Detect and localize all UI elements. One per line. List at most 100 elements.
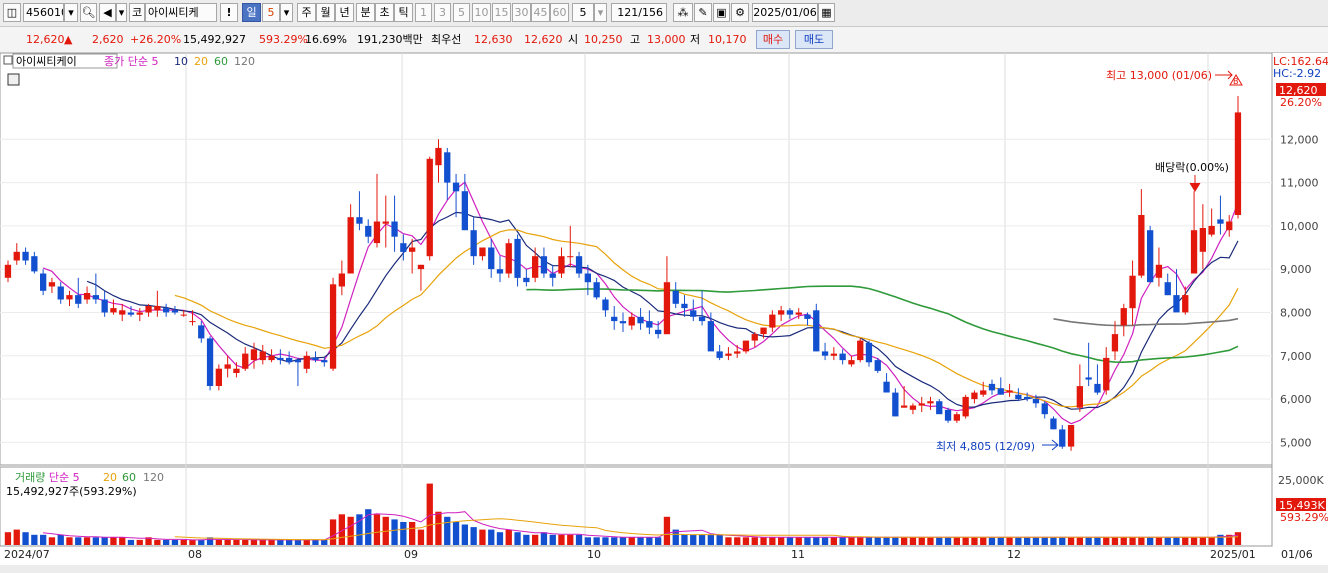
candle-body — [742, 340, 750, 352]
legend-stock-name: 아이씨티케이 — [16, 55, 77, 68]
legend-ma-label-text: 종가 단순 — [104, 55, 148, 68]
count-value[interactable]: 5 — [572, 3, 594, 22]
volume-bar — [795, 537, 802, 545]
candle-body — [1015, 394, 1022, 399]
volume-bar — [558, 534, 565, 545]
volume-bar — [1032, 537, 1040, 545]
candle-body — [171, 310, 179, 313]
alert-button[interactable]: ! — [220, 3, 238, 22]
candle-body — [242, 353, 249, 369]
volume-bar — [1208, 537, 1215, 545]
date-field[interactable]: 2025/01/06 — [752, 3, 818, 22]
high-annotation: 최고 13,000 (01/06) — [1106, 69, 1212, 82]
vol-rate-tag: 593.29% — [1280, 511, 1328, 524]
sound-icon[interactable]: ◀ — [99, 3, 116, 22]
candle-body — [382, 221, 389, 224]
volume-bar — [444, 516, 451, 545]
candle-body — [496, 269, 504, 274]
date-axis: 2024/07 08 09 10 11 12 2025/01 01/06 — [4, 548, 1313, 561]
volume-bar — [215, 539, 222, 545]
table-view-icon[interactable] — [7, 73, 20, 86]
stock-chart[interactable]: 아이씨티케이 종가 단순 5 10 20 60 120 거래량 단순 5 20 … — [0, 53, 1328, 573]
hc-label: HC:-2.92 — [1273, 67, 1321, 80]
horizontal-scrollbar[interactable] — [0, 565, 1328, 573]
volume-bar — [250, 539, 258, 545]
volume-bar — [329, 519, 337, 545]
tick-option-10[interactable]: 10 — [472, 3, 491, 22]
candle-body — [505, 243, 512, 274]
volume-current: 15,492,927주(593.29%) — [6, 485, 137, 498]
candle-body — [409, 247, 416, 252]
candle-body — [1076, 386, 1083, 408]
buy-button[interactable]: 매수 — [756, 30, 790, 49]
period-month-button[interactable]: 월 — [316, 3, 335, 22]
legend-ma120: 120 — [234, 55, 255, 68]
market-label[interactable]: 코 — [129, 3, 145, 22]
period-year-button[interactable]: 년 — [335, 3, 354, 22]
best-bid: 12,620 — [524, 33, 563, 46]
volume-bar — [48, 537, 56, 545]
save-icon[interactable]: ▣ — [713, 3, 730, 22]
tick-option-45[interactable]: 45 — [531, 3, 550, 22]
volume-bar — [584, 537, 591, 545]
volume-bar — [505, 529, 512, 545]
volume-bar — [619, 537, 627, 545]
volume-bar — [830, 537, 837, 545]
tick-option-60[interactable]: 60 — [550, 3, 569, 22]
volume-bar — [892, 537, 899, 545]
settings-gear-icon[interactable]: ⚙ — [731, 3, 749, 22]
candle-body — [373, 221, 381, 244]
tick-option-15[interactable]: 15 — [492, 3, 511, 22]
code-dropdown-icon[interactable]: ▾ — [64, 3, 78, 22]
window-menu-icon[interactable]: ◫ — [3, 3, 21, 22]
candle-body — [567, 256, 574, 258]
tick-option-5[interactable]: 5 — [453, 3, 470, 22]
candle-body — [997, 388, 1004, 395]
tick-option-3[interactable]: 3 — [434, 3, 451, 22]
tick-option-1[interactable]: 1 — [415, 3, 432, 22]
volume-bar — [119, 537, 126, 545]
quote-bar: 12,620 ▲ 2,620 +26.20% 15,492,927 593.29… — [0, 27, 1328, 53]
tick-option-30[interactable]: 30 — [512, 3, 531, 22]
candle-body — [707, 321, 714, 352]
open-price: 10,250 — [584, 33, 623, 46]
candle-body — [971, 392, 978, 400]
volume-bar — [698, 534, 706, 545]
volume-bar — [1094, 537, 1101, 545]
volume-bar — [1182, 537, 1189, 545]
sell-button[interactable]: 매도 — [795, 30, 833, 49]
candle-body — [716, 351, 723, 358]
candle-body — [584, 273, 591, 283]
stock-code-input[interactable]: 456010 — [23, 3, 64, 22]
period-tick-button[interactable]: 틱 — [394, 3, 413, 22]
link-icon[interactable]: ⁂ — [673, 3, 693, 22]
period-minute-button[interactable]: 분 — [356, 3, 375, 22]
count-dropdown-icon[interactable]: ▾ — [594, 3, 607, 22]
candle-body — [277, 357, 284, 361]
candle-body — [101, 299, 108, 313]
volume-bar — [66, 537, 73, 545]
volume-bar — [1050, 537, 1057, 545]
candle-body — [892, 392, 899, 417]
candle-body — [347, 217, 354, 274]
volume-bar — [83, 537, 91, 545]
candle-body — [839, 353, 846, 361]
stock-name-field[interactable]: 아이씨티케 — [145, 3, 217, 22]
volume-bar — [813, 537, 820, 545]
volume-bar — [452, 522, 460, 545]
period-dropdown-icon[interactable]: ▾ — [280, 3, 293, 22]
candle-body — [365, 225, 372, 237]
candle-body — [444, 152, 451, 183]
period-value[interactable]: 5 — [262, 3, 280, 22]
search-icon[interactable]: 🔍︎ — [80, 3, 97, 22]
calendar-icon[interactable]: ▦ — [818, 3, 835, 22]
draw-tool-icon[interactable]: ✎ — [694, 3, 712, 22]
period-second-button[interactable]: 초 — [375, 3, 394, 22]
open-label: 시 — [568, 33, 579, 46]
period-day-button[interactable]: 일 — [242, 3, 261, 22]
volume-bar — [417, 529, 425, 545]
volume-bar — [707, 534, 714, 545]
volume-bar — [1085, 537, 1092, 545]
period-week-button[interactable]: 주 — [297, 3, 316, 22]
sound-dropdown-icon[interactable]: ▾ — [116, 3, 127, 22]
